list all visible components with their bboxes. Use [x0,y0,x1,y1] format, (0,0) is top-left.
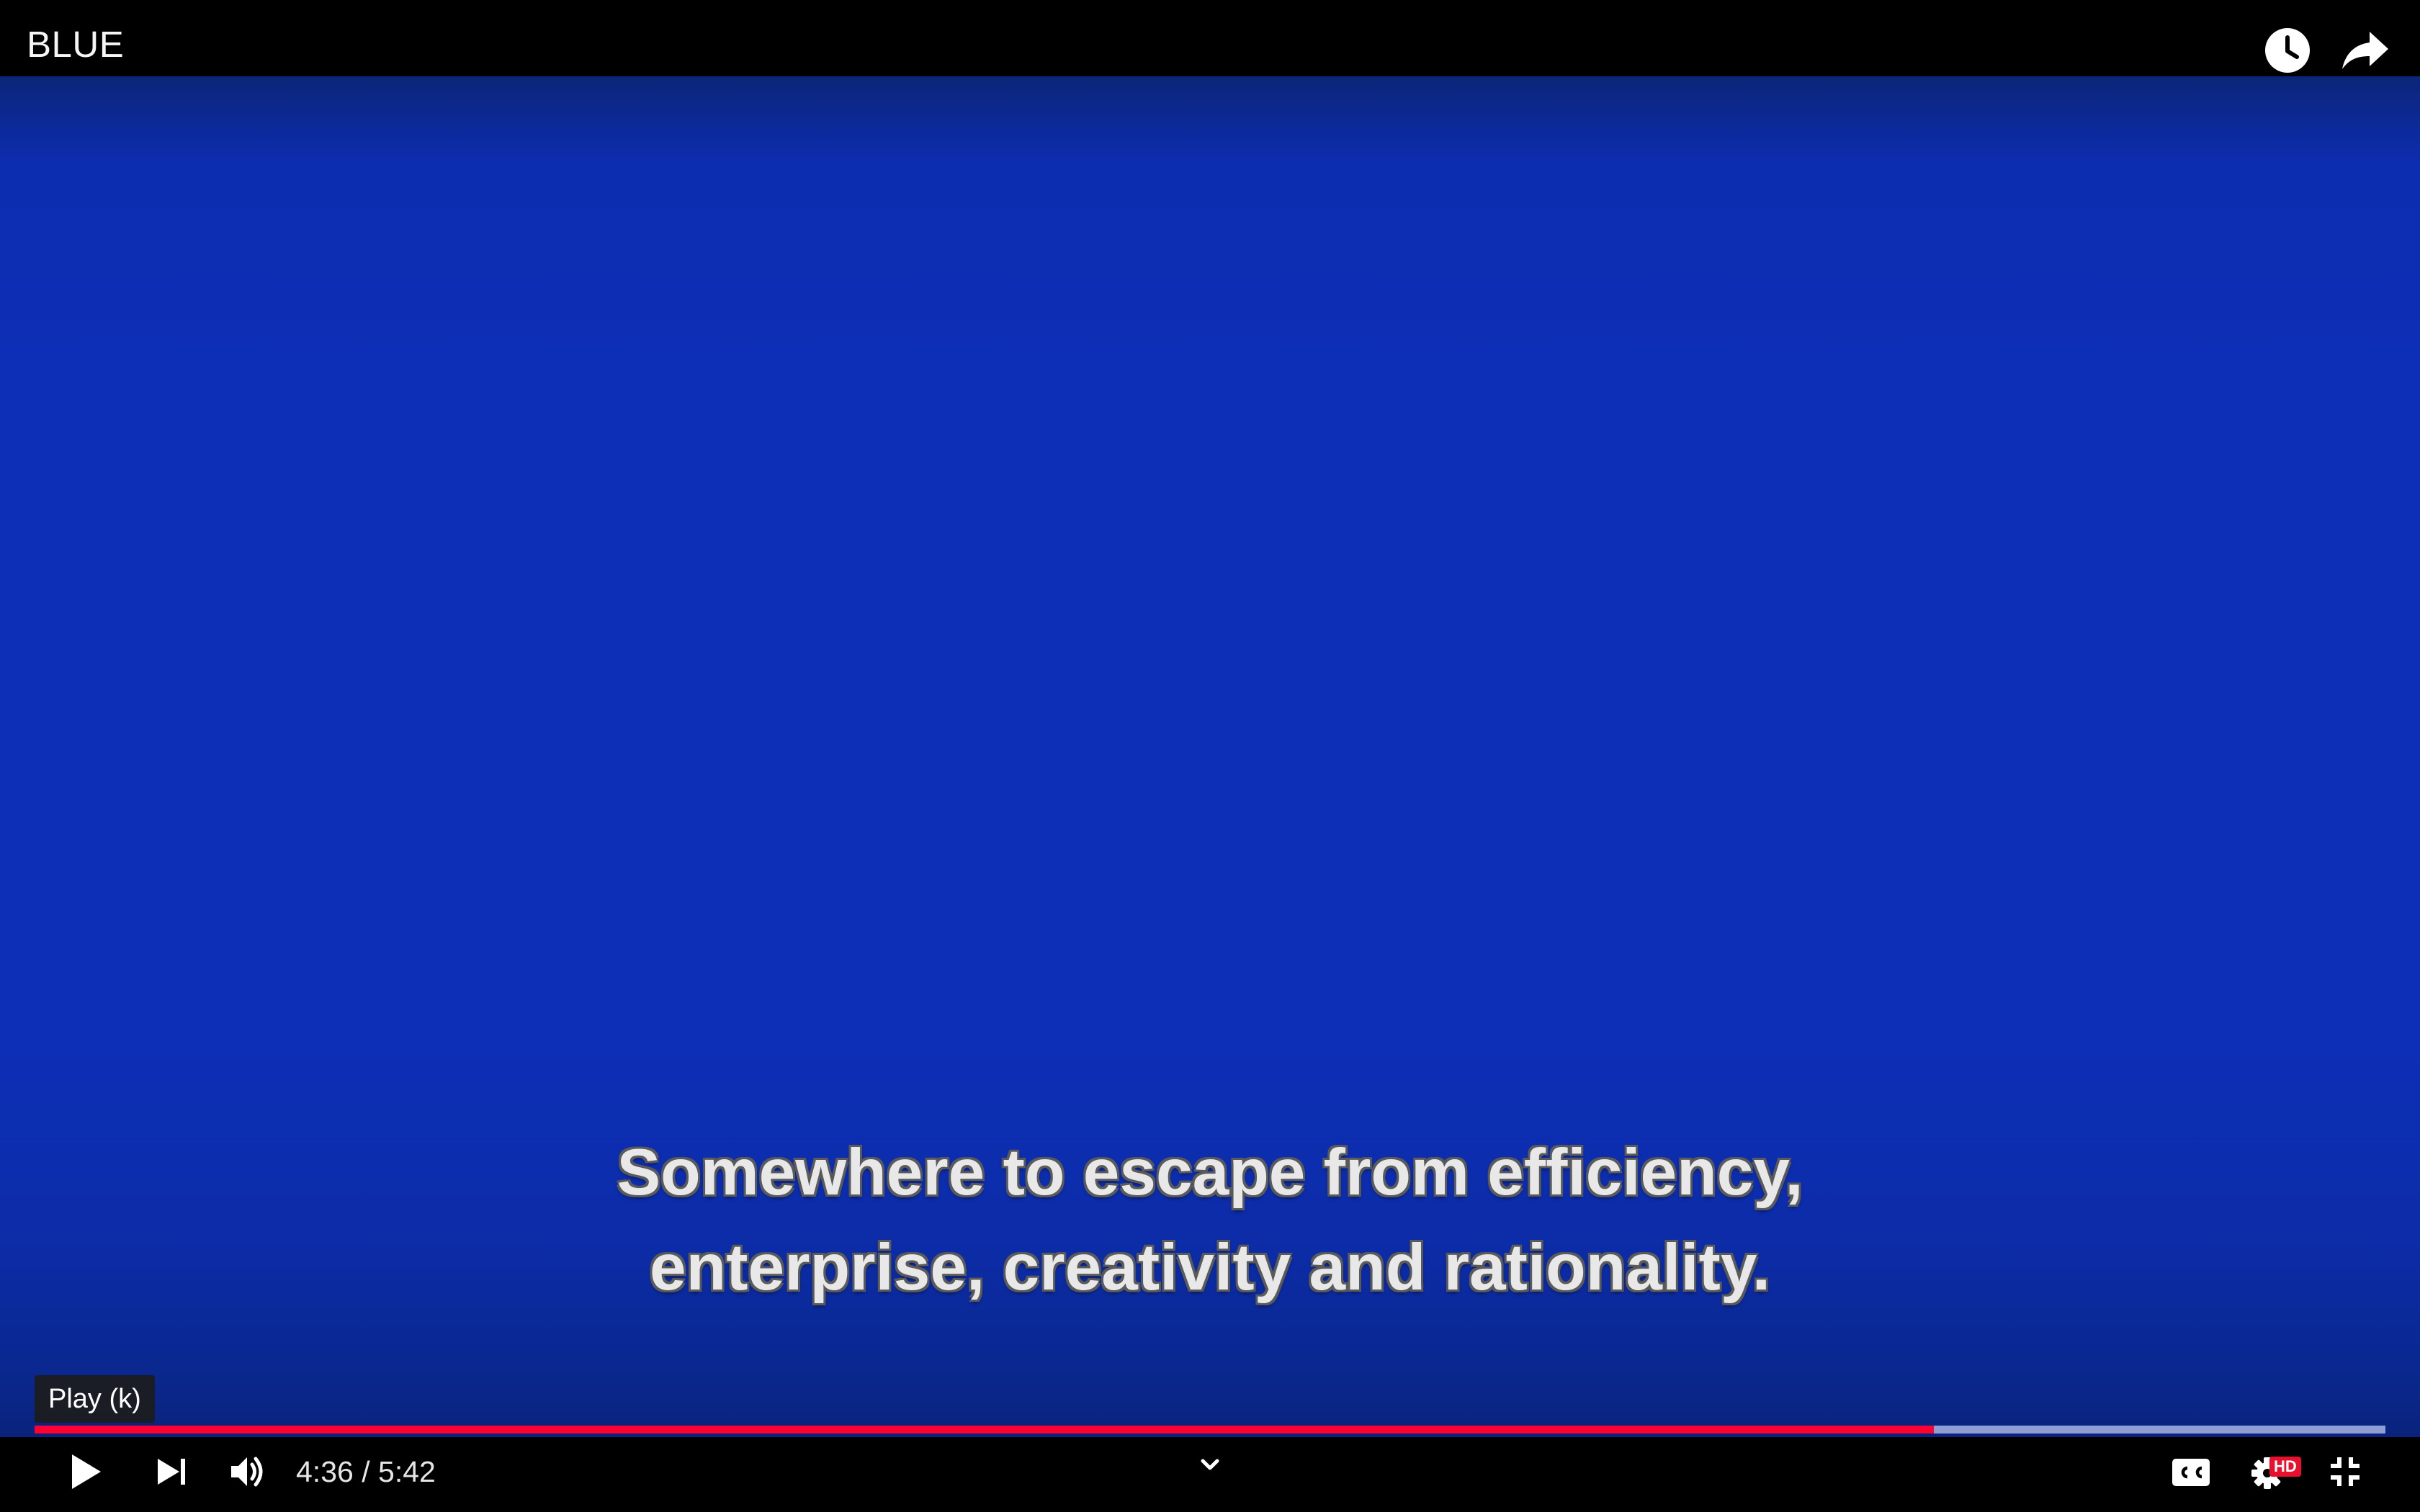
subtitle-line: Somewhere to escape from efficiency, [617,1136,1803,1209]
watch-later-icon [2265,28,2310,73]
progress-played [35,1426,1935,1434]
captions-icon [2172,1459,2210,1486]
watch-later-button[interactable] [2260,23,2315,78]
chevron-down-icon [1201,1459,1219,1470]
expand-button[interactable] [1181,1436,1239,1494]
current-time: 4:36 [296,1455,354,1488]
next-button[interactable] [143,1443,201,1500]
share-button[interactable] [2338,23,2393,78]
duration: 5:42 [378,1455,436,1488]
time-separator: / [362,1455,370,1488]
title-bar: BLUE [0,0,2420,76]
captions-button[interactable] [2162,1443,2220,1500]
exit-fullscreen-icon [2331,1457,2360,1486]
progress-bar[interactable] [35,1426,2385,1434]
hd-badge: HD [2269,1457,2301,1477]
play-button[interactable] [55,1443,112,1500]
next-icon [158,1459,185,1485]
exit-fullscreen-button[interactable] [2316,1443,2374,1500]
volume-button[interactable] [220,1443,277,1500]
subtitle-overlay: Somewhere to escape from efficiency, ent… [0,1125,2420,1315]
play-icon [72,1454,101,1489]
time-display: 4:36 / 5:42 [296,1454,436,1490]
subtitle-line: enterprise, creativity and rationality. [650,1231,1770,1304]
volume-icon [231,1457,263,1487]
video-player: BLUE Somewhere to escape from efficiency… [0,0,2420,1512]
video-title[interactable]: BLUE [27,26,124,63]
play-tooltip: Play (k) [35,1375,155,1423]
share-icon [2342,32,2388,69]
